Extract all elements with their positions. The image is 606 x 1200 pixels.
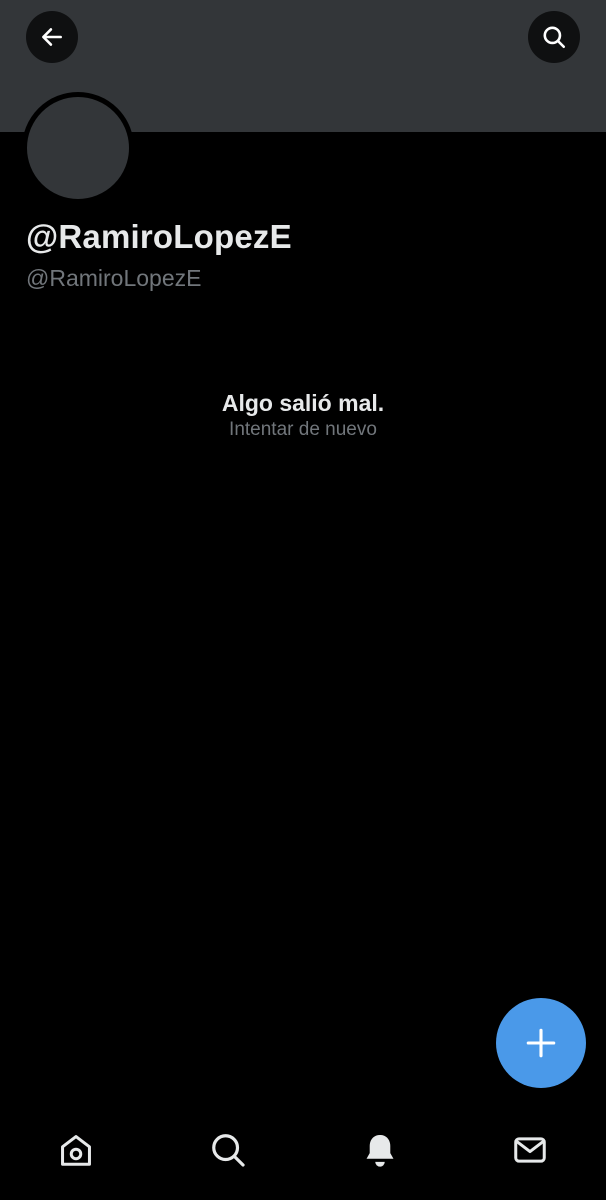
compose-button[interactable] (496, 998, 586, 1088)
envelope-icon (514, 1137, 546, 1163)
nav-explore-tab[interactable] (206, 1128, 250, 1172)
profile-screen: @RamiroLopezE @RamiroLopezE Algo salió m… (0, 0, 606, 1200)
bottom-navigation (0, 1110, 606, 1200)
arrow-left-icon (42, 28, 62, 46)
nav-messages-tab[interactable] (508, 1128, 552, 1172)
bell-icon (366, 1134, 394, 1167)
search-button[interactable] (528, 11, 580, 63)
search-icon (212, 1134, 245, 1167)
nav-notifications-tab[interactable] (358, 1128, 402, 1172)
home-icon (61, 1135, 91, 1166)
avatar[interactable] (22, 92, 134, 204)
profile-handle: @RamiroLopezE (26, 265, 202, 291)
back-button[interactable] (26, 11, 78, 63)
nav-home-tab[interactable] (54, 1128, 98, 1172)
error-message-block: Algo salió mal. Intentar de nuevo (0, 388, 606, 442)
profile-display-name: @RamiroLopezE (26, 218, 292, 255)
retry-link[interactable]: Intentar de nuevo (0, 418, 606, 442)
error-title: Algo salió mal. (221, 390, 385, 416)
search-icon (543, 26, 566, 49)
plus-icon (526, 1028, 556, 1058)
